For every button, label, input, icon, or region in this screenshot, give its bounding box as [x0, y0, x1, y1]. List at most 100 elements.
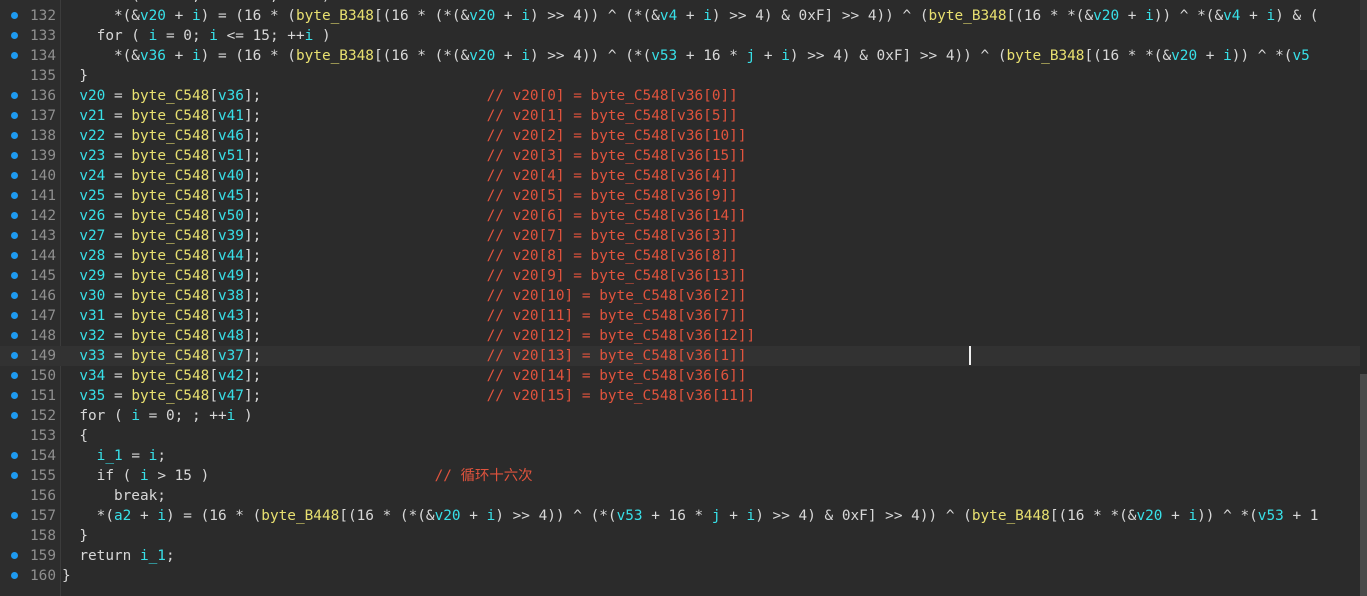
code-text[interactable]: { [62, 426, 88, 446]
code-text[interactable]: v22 = byte_C548[v46]; // v20[2] = byte_C… [62, 126, 746, 146]
variable-token: v38 [217, 288, 244, 304]
breakpoint-dot-icon[interactable] [11, 172, 18, 179]
code-line[interactable]: 138 v22 = byte_C548[v46]; // v20[2] = by… [0, 126, 1360, 146]
code-text[interactable]: v27 = byte_C548[v39]; // v20[7] = byte_C… [62, 226, 738, 246]
code-line[interactable]: 149 v33 = byte_C548[v37]; // v20[13] = b… [0, 346, 1360, 366]
code-line[interactable]: 156 break; [0, 486, 1360, 506]
code-text[interactable]: for ( i = 0; i <= 15; ++i ) [62, 26, 331, 46]
breakpoint-dot-icon[interactable] [11, 132, 18, 139]
code-line[interactable]: 155 if ( i > 15 ) // 循环十六次 [0, 466, 1360, 486]
code-text[interactable]: } [62, 566, 71, 586]
breakpoint-dot-icon[interactable] [11, 32, 18, 39]
code-text[interactable]: return i_1; [62, 546, 174, 566]
code-text[interactable]: v21 = byte_C548[v41]; // v20[1] = byte_C… [62, 106, 738, 126]
code-text[interactable]: v25 = byte_C548[v45]; // v20[5] = byte_C… [62, 186, 738, 206]
code-line[interactable]: 158 } [0, 526, 1360, 546]
code-text[interactable]: *(&v20 + i) = (16 * (byte_B348[(16 * (*(… [62, 6, 1318, 26]
code-text[interactable]: *(&v36 + i) = (16 * (byte_B348[(16 * (*(… [62, 46, 1310, 66]
code-line[interactable]: 153 { [0, 426, 1360, 446]
breakpoint-dot-icon[interactable] [11, 272, 18, 279]
variable-token: v30 [79, 288, 106, 304]
code-line[interactable]: 150 v34 = byte_C548[v42]; // v20[14] = b… [0, 366, 1360, 386]
code-line[interactable]: 135 } [0, 66, 1360, 86]
breakpoint-dot-icon[interactable] [11, 52, 18, 59]
breakpoint-dot-icon[interactable] [11, 512, 18, 519]
breakpoint-dot-icon[interactable] [11, 12, 18, 19]
code-line[interactable]: 157 *(a2 + i) = (16 * (byte_B448[(16 * (… [0, 506, 1360, 526]
code-token: break; [62, 488, 166, 504]
breakpoint-dot-icon[interactable] [11, 352, 18, 359]
code-line[interactable]: 133 for ( i = 0; i <= 15; ++i ) [0, 26, 1360, 46]
code-text[interactable]: v20 = byte_C548[v36]; // v20[0] = byte_C… [62, 86, 738, 106]
breakpoint-dot-icon[interactable] [11, 372, 18, 379]
variable-token: v20 [1171, 48, 1198, 64]
code-text[interactable]: v34 = byte_C548[v42]; // v20[14] = byte_… [62, 366, 746, 386]
code-line[interactable]: 139 v23 = byte_C548[v51]; // v20[3] = by… [0, 146, 1360, 166]
breakpoint-dot-icon[interactable] [11, 332, 18, 339]
code-line[interactable]: 151 v35 = byte_C548[v47]; // v20[15] = b… [0, 386, 1360, 406]
code-line[interactable]: 145 v29 = byte_C548[v49]; // v20[9] = by… [0, 266, 1360, 286]
code-line[interactable]: 137 v21 = byte_C548[v41]; // v20[1] = by… [0, 106, 1360, 126]
breakpoint-dot-icon[interactable] [11, 252, 18, 259]
code-text[interactable]: v23 = byte_C548[v51]; // v20[3] = byte_C… [62, 146, 746, 166]
code-line[interactable]: 143 v27 = byte_C548[v39]; // v20[7] = by… [0, 226, 1360, 246]
code-text[interactable]: } [62, 66, 88, 86]
breakpoint-dot-icon[interactable] [11, 112, 18, 119]
variable-token: i [131, 408, 140, 424]
code-line[interactable]: 134 *(&v36 + i) = (16 * (byte_B348[(16 *… [0, 46, 1360, 66]
code-line[interactable]: 152 for ( i = 0; ; ++i ) [0, 406, 1360, 426]
breakpoint-dot-icon[interactable] [11, 152, 18, 159]
code-token: = [105, 368, 132, 384]
code-text[interactable]: v28 = byte_C548[v44]; // v20[8] = byte_C… [62, 246, 738, 266]
code-line[interactable]: 141 v25 = byte_C548[v45]; // v20[5] = by… [0, 186, 1360, 206]
code-text[interactable]: v31 = byte_C548[v43]; // v20[11] = byte_… [62, 306, 746, 326]
code-text[interactable]: v32 = byte_C548[v48]; // v20[12] = byte_… [62, 326, 755, 346]
breakpoint-dot-icon[interactable] [11, 392, 18, 399]
code-text[interactable]: v24 = byte_C548[v40]; // v20[4] = byte_C… [62, 166, 738, 186]
code-line[interactable]: 147 v31 = byte_C548[v43]; // v20[11] = b… [0, 306, 1360, 326]
breakpoint-dot-icon[interactable] [11, 552, 18, 559]
variable-token: i [781, 48, 790, 64]
code-text[interactable]: if ( i > 15 ) // 循环十六次 [62, 466, 533, 486]
breakpoint-dot-icon[interactable] [11, 312, 18, 319]
code-text[interactable]: for ( i = 0; ; ++i ) [62, 406, 252, 426]
code-line[interactable]: 148 v32 = byte_C548[v48]; // v20[12] = b… [0, 326, 1360, 346]
breakpoint-dot-icon[interactable] [11, 412, 18, 419]
code-line[interactable]: 159 return i_1; [0, 546, 1360, 566]
breakpoint-dot-icon[interactable] [11, 452, 18, 459]
breakpoint-dot-icon[interactable] [11, 472, 18, 479]
scrollbar-track[interactable] [1360, 0, 1367, 70]
breakpoint-dot-icon[interactable] [11, 232, 18, 239]
code-text[interactable]: i_1 = i; [62, 446, 166, 466]
code-text[interactable]: *(a2 + i) = (16 * (byte_B448[(16 * (*(&v… [62, 506, 1319, 526]
code-line[interactable]: 142 v26 = byte_C548[v50]; // v20[6] = by… [0, 206, 1360, 226]
code-line[interactable]: 144 v28 = byte_C548[v44]; // v20[8] = by… [0, 246, 1360, 266]
code-line[interactable]: 160} [0, 566, 1360, 586]
code-text[interactable]: break; [62, 486, 166, 506]
code-line[interactable]: 132 *(&v20 + i) = (16 * (byte_B348[(16 *… [0, 6, 1360, 26]
breakpoint-dot-icon[interactable] [11, 92, 18, 99]
code-token: } [62, 568, 71, 584]
code-area[interactable]: 131 for ( i = 0; i <= 15; ++i )132 *(&v2… [0, 0, 1360, 586]
code-text[interactable]: v29 = byte_C548[v49]; // v20[9] = byte_C… [62, 266, 746, 286]
code-editor[interactable]: 131 for ( i = 0; i <= 15; ++i )132 *(&v2… [0, 0, 1367, 596]
code-text[interactable]: v30 = byte_C548[v38]; // v20[10] = byte_… [62, 286, 746, 306]
code-line[interactable]: 136 v20 = byte_C548[v36]; // v20[0] = by… [0, 86, 1360, 106]
code-line[interactable]: 140 v24 = byte_C548[v40]; // v20[4] = by… [0, 166, 1360, 186]
breakpoint-dot-icon[interactable] [11, 192, 18, 199]
global-token: byte_B348 [1006, 48, 1085, 64]
code-text[interactable]: } [62, 526, 88, 546]
scrollbar-thumb[interactable] [1360, 374, 1367, 596]
code-token: *(& [62, 48, 140, 64]
code-text[interactable]: v35 = byte_C548[v47]; // v20[15] = byte_… [62, 386, 755, 406]
code-text[interactable]: v26 = byte_C548[v50]; // v20[6] = byte_C… [62, 206, 746, 226]
breakpoint-dot-icon[interactable] [11, 292, 18, 299]
breakpoint-dot-icon[interactable] [11, 212, 18, 219]
breakpoint-dot-icon[interactable] [11, 572, 18, 579]
code-line[interactable]: 154 i_1 = i; [0, 446, 1360, 466]
code-line[interactable]: 146 v30 = byte_C548[v38]; // v20[10] = b… [0, 286, 1360, 306]
variable-token: i [703, 8, 712, 24]
code-token: = [105, 248, 132, 264]
code-text[interactable]: v33 = byte_C548[v37]; // v20[13] = byte_… [62, 346, 746, 366]
